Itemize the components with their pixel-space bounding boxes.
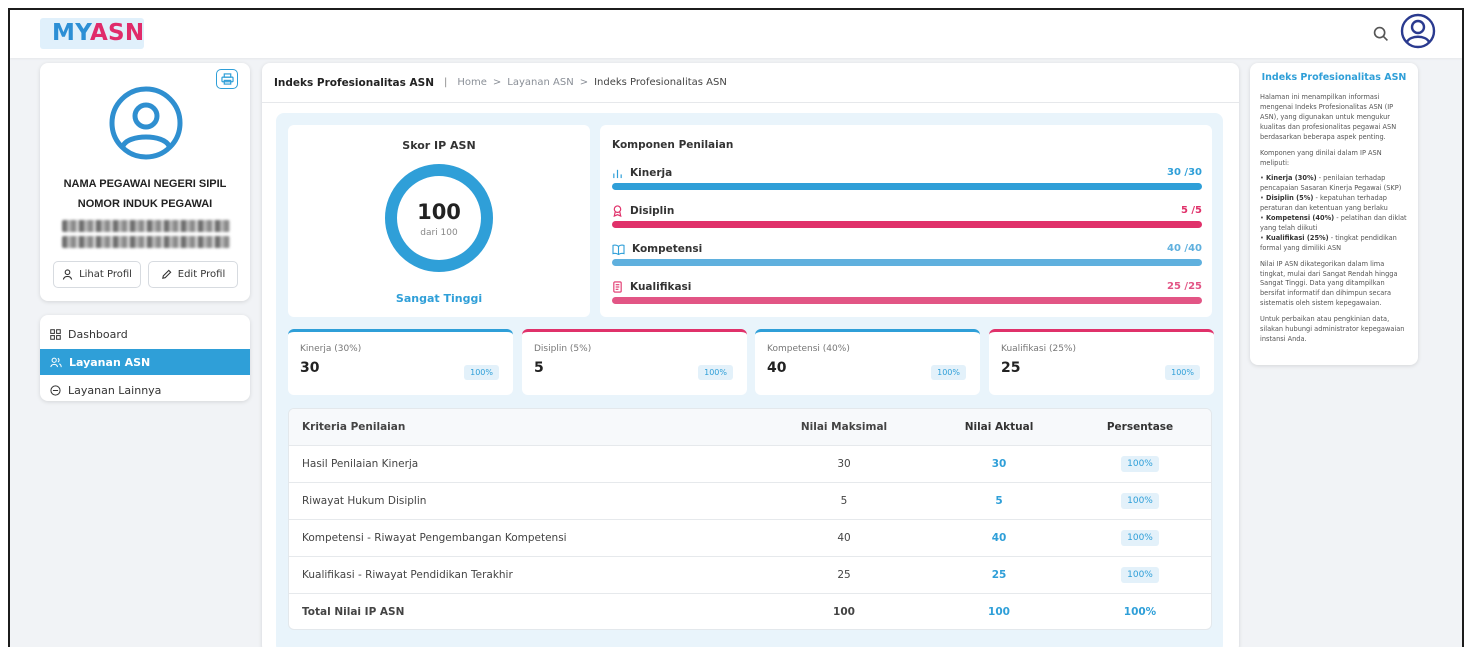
table-header: Kriteria Penilaian Nilai Maksimal Nilai … [289, 409, 1211, 446]
component-progress-bar [612, 183, 1202, 190]
bar-chart-icon [613, 169, 622, 178]
top-bar: MYASN [10, 10, 1462, 58]
app-logo[interactable]: MYASN [40, 18, 144, 49]
edit-profile-button[interactable]: Edit Profil [148, 261, 238, 288]
info-point: • Kompetensi (40%) - pelatihan dan dikla… [1260, 214, 1407, 232]
stat-badge: 100% [698, 365, 733, 380]
component-label: Kualifikasi [630, 281, 692, 293]
stat-label: Disiplin (5%) [534, 344, 592, 354]
breadcrumb-layanan-asn[interactable]: Layanan ASN [507, 77, 573, 88]
component-score: 40 /40 [1167, 243, 1202, 254]
breadcrumb-divider: | [444, 77, 448, 88]
stat-card-kualifikasi: Kualifikasi (25%) 25 100% [989, 329, 1214, 395]
table-row: Riwayat Hukum Disiplin 5 5 100% [289, 483, 1211, 520]
component-progress-bar [612, 259, 1202, 266]
table-row: Hasil Penilaian Kinerja 30 30 100% [289, 446, 1211, 483]
component-label: Disiplin [630, 205, 675, 217]
score-category: Sangat Tinggi [395, 292, 483, 305]
component-score: 30 /30 [1167, 167, 1202, 178]
nip-label: NOMOR INDUK PEGAWAI [77, 198, 213, 210]
component-score: 25 /25 [1167, 281, 1202, 292]
stat-label: Kualifikasi (25%) [1001, 344, 1076, 354]
info-list-intro: Komponen yang dinilai dalam IP ASN melip… [1260, 148, 1382, 167]
redacted-nip-secondary [62, 236, 230, 248]
stat-badge: 100% [931, 365, 966, 380]
score-title: Skor IP ASN [402, 139, 476, 152]
table-total-row: Total Nilai IP ASN 100 100 100% [302, 606, 1157, 618]
scroll-icon [613, 281, 622, 293]
breadcrumb-home[interactable]: Home [457, 77, 487, 88]
percentage-badge: 100% [1121, 493, 1159, 509]
stat-badge: 100% [1165, 365, 1200, 380]
sidebar-nav: Dashboard Layanan ASN Layanan Lainnya [40, 315, 250, 401]
info-intro: Halaman ini menampilkan informasi mengen… [1260, 93, 1397, 141]
ip-asn-panel: Skor IP ASN 100 dari 100 Sangat Tinggi K… [276, 113, 1223, 647]
users-icon [50, 357, 62, 367]
breadcrumb-current: Indeks Profesionalitas ASN [594, 77, 727, 88]
score-value: 100 [417, 200, 461, 224]
component-score: 5 /5 [1180, 205, 1202, 216]
score-card: Skor IP ASN 100 dari 100 Sangat Tinggi [288, 125, 590, 317]
main-content: Indeks Profesionalitas ASN | Home > Laya… [262, 63, 1239, 647]
user-circle-icon[interactable] [1400, 13, 1436, 49]
components-title: Komponen Penilaian [612, 139, 734, 151]
table-row: Kualifikasi - Riwayat Pendidikan Terakhi… [289, 557, 1211, 594]
sidebar-item-layanan-lainnya[interactable]: Layanan Lainnya [40, 377, 250, 401]
view-profile-button[interactable]: Lihat Profil [53, 261, 141, 288]
table-row: Kompetensi - Riwayat Pengembangan Kompet… [289, 520, 1211, 557]
printer-icon [220, 73, 234, 85]
grid-icon [50, 328, 61, 340]
info-paragraph: Untuk perbaikan atau pengkinian data, si… [1260, 315, 1405, 343]
sidebar-item-layanan-asn[interactable]: Layanan ASN [40, 349, 250, 375]
avatar [109, 86, 183, 160]
chevron-right-icon: > [579, 77, 589, 88]
criteria-table: Kriteria Penilaian Nilai Maksimal Nilai … [288, 408, 1212, 630]
user-icon [62, 269, 73, 280]
chevron-right-icon: > [492, 77, 502, 88]
score-max: dari 100 [420, 228, 458, 238]
employee-name: NAMA PEGAWAI NEGERI SIPIL [63, 178, 227, 190]
stat-value: 40 [767, 360, 787, 376]
redacted-nip [62, 220, 230, 232]
app-frame: MYASN NAMA PEGAWAI NEGERI SIPIL NOMOR IN… [8, 8, 1464, 647]
stat-value: 25 [1001, 360, 1021, 376]
info-title: Indeks Profesionalitas ASN [1261, 72, 1407, 83]
component-progress-bar [612, 221, 1202, 228]
percentage-badge: 100% [1121, 530, 1159, 546]
stat-label: Kompetensi (40%) [767, 344, 850, 354]
info-point: • Kualifikasi (25%) - tingkat pendidikan… [1260, 233, 1397, 252]
print-button[interactable] [216, 69, 238, 89]
stat-card-kompetensi: Kompetensi (40%) 40 100% [755, 329, 980, 395]
info-point: • Kinerja (30%) - penilaian terhadap pen… [1260, 174, 1402, 193]
stat-card-kinerja: Kinerja (30%) 30 100% [288, 329, 513, 395]
stat-value: 30 [300, 360, 320, 376]
components-card: Komponen Penilaian Kinerja 30 /30 Disipl… [600, 125, 1212, 317]
pencil-icon [161, 269, 172, 279]
percentage-badge: 100% [1121, 567, 1159, 583]
component-label: Kinerja [630, 167, 673, 179]
search-icon[interactable] [1370, 23, 1392, 45]
breadcrumb: Indeks Profesionalitas ASN | Home > Laya… [262, 63, 1239, 103]
profile-card: NAMA PEGAWAI NEGERI SIPIL NOMOR INDUK PE… [40, 63, 250, 301]
stat-badge: 100% [464, 365, 499, 380]
minus-circle-icon [50, 384, 61, 396]
component-progress-bar [612, 297, 1202, 304]
info-point: • Disiplin (5%) - kepatuhan terhadap per… [1260, 194, 1388, 213]
info-paragraph: Nilai IP ASN dikategorikan dalam lima ti… [1260, 259, 1398, 308]
page-title: Indeks Profesionalitas ASN [274, 76, 434, 89]
sidebar-item-dashboard[interactable]: Dashboard [40, 321, 250, 347]
book-icon [612, 244, 625, 255]
info-panel: Indeks Profesionalitas ASN Halaman ini m… [1250, 63, 1418, 365]
stat-card-disiplin: Disiplin (5%) 5 100% [522, 329, 747, 395]
stat-value: 5 [534, 360, 544, 376]
component-label: Kompetensi [632, 243, 703, 255]
stat-label: Kinerja (30%) [300, 344, 362, 354]
award-icon [613, 205, 622, 217]
percentage-badge: 100% [1121, 456, 1159, 472]
